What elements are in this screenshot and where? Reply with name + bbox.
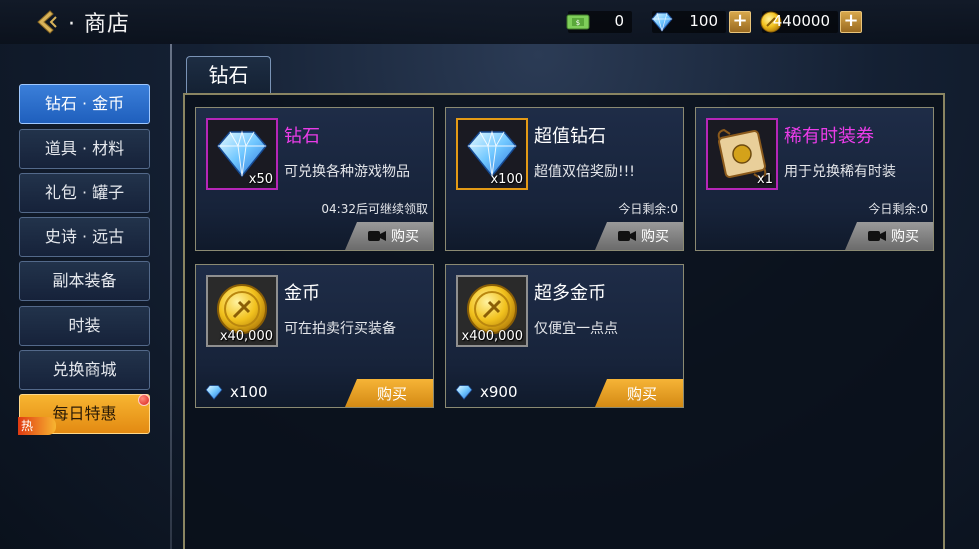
buy-button[interactable]: 购买	[595, 222, 683, 250]
buy-button-label: 购买	[641, 229, 669, 245]
buy-button-label: 购买	[391, 229, 419, 245]
item-quantity: x1	[757, 172, 773, 187]
item-quantity: x100	[490, 172, 523, 187]
item-quantity: x50	[248, 172, 273, 187]
item-quantity: x400,000	[461, 329, 523, 344]
item-description: 用于兑换稀有时装	[784, 164, 896, 180]
sidebar-item-label: 钻石 · 金币	[44, 94, 125, 113]
item-description: 超值双倍奖励!!!	[534, 164, 635, 180]
sidebar-item-fashion[interactable]: 时装	[19, 306, 150, 346]
item-remaining: 今日剩余:0	[868, 202, 928, 216]
diamond-value: 100	[689, 12, 718, 30]
item-thumb: x400,000	[456, 275, 528, 347]
item-name: 超值钻石	[534, 126, 606, 147]
sidebar-item-exchange-shop[interactable]: 兑换商城	[19, 350, 150, 390]
diamond-counter: 100	[651, 11, 726, 33]
sidebar-item-label: 礼包 · 罐子	[44, 183, 125, 202]
item-name: 钻石	[284, 126, 320, 147]
video-camera-icon	[868, 231, 886, 241]
video-camera-icon	[368, 231, 386, 241]
diamond-icon	[205, 385, 223, 400]
buy-button-label: 购买	[891, 229, 919, 245]
cash-icon: $	[566, 14, 590, 30]
sidebar-item-label: 道具 · 材料	[44, 139, 125, 158]
item-thumb: x100	[456, 118, 528, 190]
sidebar-item-dungeon-gear[interactable]: 副本装备	[19, 261, 150, 301]
item-name: 金币	[284, 283, 320, 304]
sidebar-item-epic-ancient[interactable]: 史诗 · 远古	[19, 217, 150, 257]
diamond-icon	[455, 385, 473, 400]
sidebar-item-label: 兑换商城	[52, 360, 117, 379]
buy-button-label: 购买	[626, 384, 657, 403]
buy-button-label: 购买	[376, 384, 407, 403]
buy-button[interactable]: 购买	[845, 222, 933, 250]
price-value: x900	[480, 383, 518, 401]
sidebar-item-label: 每日特惠	[52, 404, 117, 423]
buy-button[interactable]: 购买	[345, 222, 433, 250]
page-title: · 商店	[68, 12, 130, 37]
item-description: 可在拍卖行买装备	[284, 321, 396, 337]
shop-card-gold: x40,000 金币 可在拍卖行买装备 x100 购买	[195, 264, 434, 408]
sidebar-item-packs-jars[interactable]: 礼包 · 罐子	[19, 173, 150, 213]
cash-counter: $ 0	[566, 11, 632, 33]
sidebar-item-items-materials[interactable]: 道具 · 材料	[19, 129, 150, 169]
shop-card-value-diamond: x100 超值钻石 超值双倍奖励!!! 今日剩余:0 购买	[445, 107, 684, 251]
shop-card-diamond: x50 钻石 可兑换各种游戏物品 04:32后可继续领取 购买	[195, 107, 434, 251]
add-diamonds-button[interactable]: +	[729, 11, 751, 33]
item-name: 稀有时装券	[784, 126, 874, 147]
sidebar-item-label: 副本装备	[52, 271, 117, 290]
add-gold-button[interactable]: +	[840, 11, 862, 33]
sidebar-item-diamond-gold[interactable]: 钻石 · 金币	[19, 84, 150, 124]
shop-card-lots-of-gold: x400,000 超多金币 仅便宜一点点 x900 购买	[445, 264, 684, 408]
cash-value: 0	[614, 12, 624, 30]
diamond-icon	[651, 12, 673, 32]
item-thumb: x1	[706, 118, 778, 190]
tab-diamond[interactable]: 钻石	[186, 56, 271, 94]
item-timer: 04:32后可继续领取	[321, 202, 428, 216]
item-name: 超多金币	[534, 283, 606, 304]
buy-button[interactable]: 购买	[595, 379, 683, 407]
sidebar-divider	[170, 44, 172, 549]
item-thumb: x40,000	[206, 275, 278, 347]
hot-badge: 热	[18, 417, 56, 435]
top-bar: · 商店 $ 0 100 + 440000 +	[0, 0, 979, 44]
svg-text:$: $	[576, 19, 580, 27]
item-remaining: 今日剩余:0	[618, 202, 678, 216]
shop-card-rare-fashion-ticket: x1 稀有时装券 用于兑换稀有时装 今日剩余:0 购买	[695, 107, 934, 251]
buy-button[interactable]: 购买	[345, 379, 433, 407]
gold-counter: 440000	[760, 11, 838, 33]
item-description: 可兑换各种游戏物品	[284, 164, 410, 180]
back-arrow-icon	[37, 10, 57, 34]
gold-value: 440000	[772, 12, 830, 30]
item-quantity: x40,000	[219, 329, 273, 344]
sidebar-item-daily-deals[interactable]: 每日特惠 热	[18, 394, 150, 435]
sidebar-item-label: 时装	[68, 316, 101, 335]
notification-dot	[138, 394, 150, 406]
tab-label: 钻石	[208, 63, 249, 87]
item-thumb: x50	[206, 118, 278, 190]
back-button[interactable]	[30, 6, 64, 38]
item-price: x100	[204, 383, 268, 401]
video-camera-icon	[618, 231, 636, 241]
sidebar-item-label: 史诗 · 远古	[44, 227, 125, 246]
item-description: 仅便宜一点点	[534, 321, 618, 337]
price-value: x100	[230, 383, 268, 401]
item-price: x900	[454, 383, 518, 401]
